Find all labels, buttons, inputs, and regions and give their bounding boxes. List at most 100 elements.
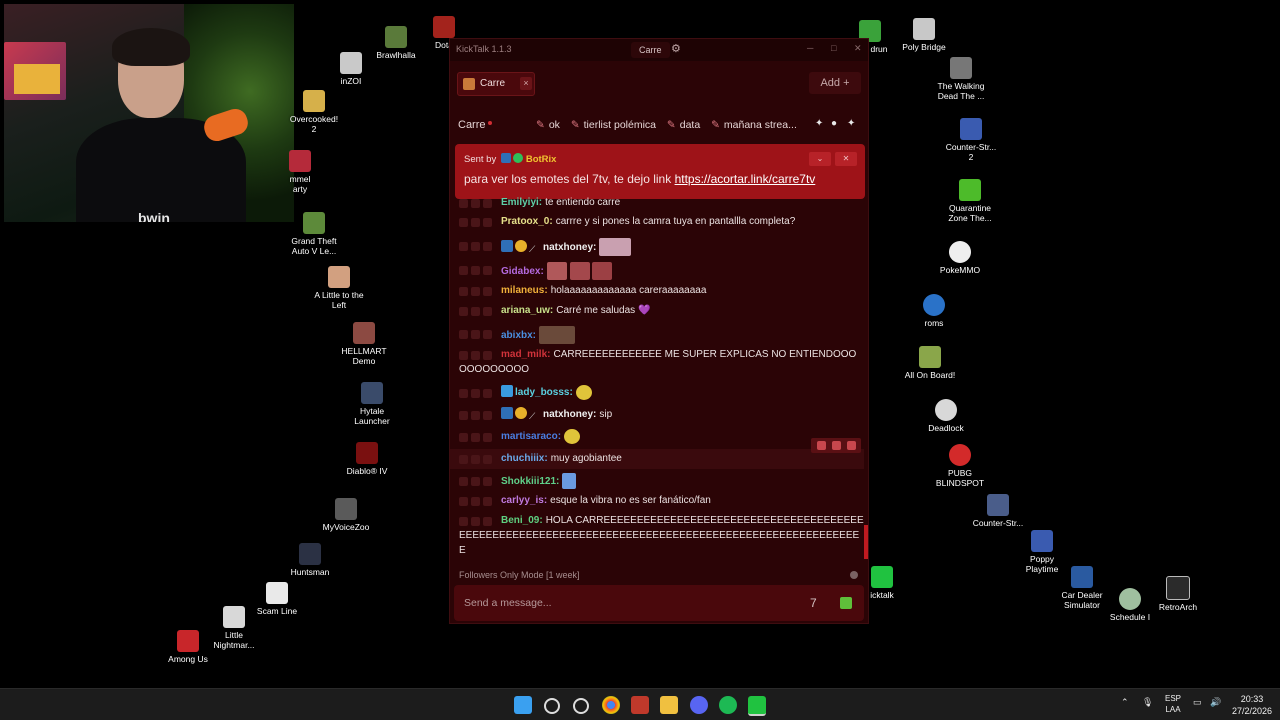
minimize-icon[interactable]: ─	[807, 43, 813, 53]
chevron-down-icon[interactable]: ⌄	[809, 152, 831, 166]
reply-icon[interactable]	[832, 441, 841, 450]
message-actions[interactable]	[459, 217, 495, 227]
tab-carre[interactable]: Carre ×	[457, 72, 535, 96]
username[interactable]: natxhoney:	[543, 242, 596, 253]
message-actions[interactable]	[459, 329, 495, 339]
message-hover-actions[interactable]	[811, 438, 861, 453]
username[interactable]: mad_milk:	[501, 349, 550, 360]
username[interactable]: ariana_uw:	[501, 305, 553, 316]
clock[interactable]: 20:33 27/2/2026	[1228, 693, 1276, 717]
username[interactable]: Emilyiyi:	[501, 197, 542, 208]
chat-message[interactable]: Shokkiii121:	[450, 471, 864, 491]
username[interactable]: Gidabex:	[501, 266, 544, 277]
desktop-icon-myvoicezoo[interactable]: MyVoiceZoo	[308, 498, 384, 532]
tab-close-button[interactable]: ×	[520, 77, 532, 90]
message-actions[interactable]	[459, 410, 495, 420]
desktop-icon-gta-v[interactable]: Grand Theft Auto V Le...	[276, 212, 352, 256]
desktop-icon-walking-dead[interactable]: The Walking Dead The ...	[923, 57, 999, 101]
chat-message[interactable]: mad_milk: CARREEEEEEEEEEEE ME SUPER EXPLI…	[450, 347, 864, 377]
username[interactable]: natxhoney:	[543, 409, 596, 420]
info-icon[interactable]	[850, 571, 858, 579]
chat-message[interactable]: abixbx:	[450, 323, 864, 345]
kicktalk-taskbar-icon[interactable]	[748, 696, 766, 716]
desktop-icon-mmel-arty[interactable]: mmel arty	[262, 150, 338, 194]
microphone-icon[interactable]: 🎙	[1142, 697, 1153, 708]
discord-icon[interactable]	[690, 696, 708, 714]
desktop-icon-a-little-to-the-left[interactable]: A Little to the Left	[301, 266, 377, 310]
desktop-icon-among-us[interactable]: Among Us	[150, 630, 226, 664]
scrollbar-thumb[interactable]	[864, 525, 868, 559]
channel-chip[interactable]: Carre	[631, 42, 670, 58]
pinned-topic[interactable]: tierlist polémica	[584, 119, 656, 131]
username[interactable]: Beni_09:	[501, 515, 543, 526]
desktop-icon-deadlock[interactable]: Deadlock	[908, 399, 984, 433]
desktop-icon-overcooked[interactable]: Overcooked! 2	[276, 90, 352, 134]
app-icon[interactable]	[631, 696, 649, 714]
desktop-icon-huntsman[interactable]: Huntsman	[272, 543, 348, 577]
desktop-icon-retroarch[interactable]: RetroArch	[1140, 576, 1216, 612]
message-actions[interactable]	[459, 496, 495, 506]
message-actions[interactable]	[459, 454, 495, 464]
copilot-icon[interactable]	[573, 698, 589, 714]
desktop-icon-pubg-blindspot[interactable]: PUBG BLINDSPOT	[922, 444, 998, 488]
desktop-icon-all-on-board[interactable]: All On Board!	[892, 346, 968, 380]
title-bar[interactable]: KickTalk 1.1.3 Carre ⚙ ─ □ ✕	[450, 39, 868, 61]
username[interactable]: milaneus:	[501, 285, 548, 296]
desktop-icon-hellmart[interactable]: HELLMART Demo	[326, 322, 402, 366]
desktop-icon-pokemmo[interactable]: PokeMMO	[922, 241, 998, 275]
message-actions[interactable]	[459, 265, 495, 275]
username[interactable]: martisaraco:	[501, 431, 561, 442]
unpin-icon[interactable]: ✕	[835, 152, 857, 166]
pin-toggle-icon[interactable]: ✦	[815, 118, 823, 129]
kick-emote-icon[interactable]	[840, 597, 852, 609]
maximize-icon[interactable]: □	[831, 43, 836, 53]
volume-icon[interactable]: 🔊	[1210, 697, 1221, 708]
username[interactable]: Shokkiii121:	[501, 476, 559, 487]
pinned-link[interactable]: https://acortar.link/carre7tv	[675, 172, 816, 186]
message-actions[interactable]	[459, 516, 495, 526]
gear-icon[interactable]: ⚙	[671, 42, 681, 55]
delete-icon[interactable]	[847, 441, 856, 450]
chat-message[interactable]: Gidabex:	[450, 259, 864, 281]
username[interactable]: Pratoox_0:	[501, 216, 553, 227]
chat-message[interactable]: ⟋ natxhoney:	[450, 235, 864, 257]
language-indicator[interactable]: ESP LAA	[1162, 693, 1184, 715]
pinned-topic[interactable]: data	[680, 119, 700, 131]
message-actions[interactable]	[459, 286, 495, 296]
chrome-icon[interactable]	[602, 696, 620, 714]
message-actions[interactable]	[459, 388, 495, 398]
desktop-icon-counter-strike-2[interactable]: Counter-Str... 2	[933, 118, 1009, 162]
pin-icon[interactable]: ✦	[847, 118, 855, 129]
username[interactable]: lady_bosss:	[515, 387, 573, 398]
desktop-icon-diablo-iv[interactable]: Diablo® IV	[329, 442, 405, 476]
user-icon[interactable]: ●	[831, 118, 837, 129]
desktop-icon-quarantine-zone[interactable]: Quarantine Zone The...	[932, 179, 1008, 223]
desktop-icon-counter-strike[interactable]: Counter-Str...	[960, 494, 1036, 528]
message-actions[interactable]	[459, 432, 495, 442]
chevron-up-icon[interactable]: ⌃	[1121, 697, 1129, 708]
username[interactable]: carlyy_is:	[501, 495, 547, 506]
message-actions[interactable]	[459, 476, 495, 486]
chat-message[interactable]: chuchiiix: muy agobiantee	[450, 449, 864, 469]
desktop-icon-poly-bridge[interactable]: Poly Bridge	[886, 18, 962, 52]
message-actions[interactable]	[459, 241, 495, 251]
pinned-topic[interactable]: ok	[549, 119, 560, 131]
username[interactable]: chuchiiix:	[501, 453, 548, 464]
desktop-icon-hytale[interactable]: Hytale Launcher	[334, 382, 410, 426]
start-icon[interactable]	[514, 696, 532, 714]
spotify-icon[interactable]	[719, 696, 737, 714]
chat-message[interactable]: martisaraco:	[450, 427, 864, 447]
message-actions[interactable]	[459, 350, 495, 360]
search-icon[interactable]	[544, 698, 560, 714]
chat-message[interactable]: Beni_09: HOLA CARREEEEEEEEEEEEEEEEEEEEEEE…	[450, 513, 864, 558]
chat-list[interactable]: Emilyiyi: te entiendo carre Pratoox_0: car…	[450, 195, 868, 567]
message-input[interactable]: Send a message... 7	[454, 585, 864, 621]
desktop-icon-inzoi[interactable]: inZOI	[313, 52, 389, 86]
pin-message-icon[interactable]	[817, 441, 826, 450]
chat-message[interactable]: ⟋ natxhoney: sip	[450, 405, 864, 425]
chat-message[interactable]: lady_bosss:	[450, 383, 864, 403]
7tv-emote-icon[interactable]: 7	[810, 596, 817, 610]
close-icon[interactable]: ✕	[854, 43, 862, 54]
network-icon[interactable]: ▭	[1193, 697, 1202, 708]
file-explorer-icon[interactable]	[660, 696, 678, 714]
